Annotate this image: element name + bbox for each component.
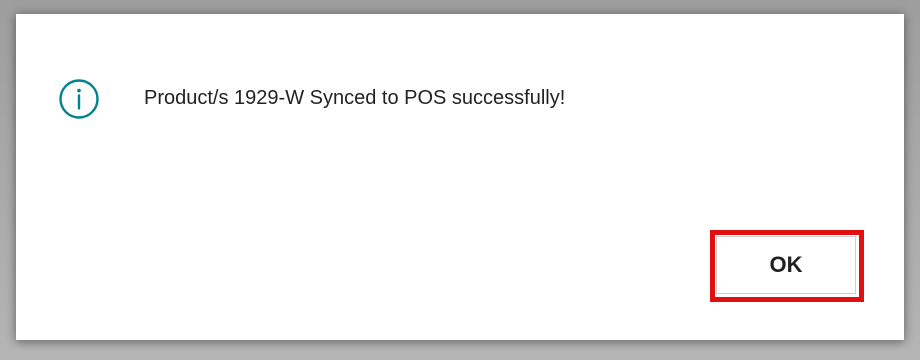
info-icon <box>58 78 100 120</box>
dialog-message: Product/s 1929-W Synced to POS successfu… <box>144 87 566 109</box>
ok-button[interactable]: OK <box>716 236 856 294</box>
message-dialog: Product/s 1929-W Synced to POS successfu… <box>16 14 904 340</box>
